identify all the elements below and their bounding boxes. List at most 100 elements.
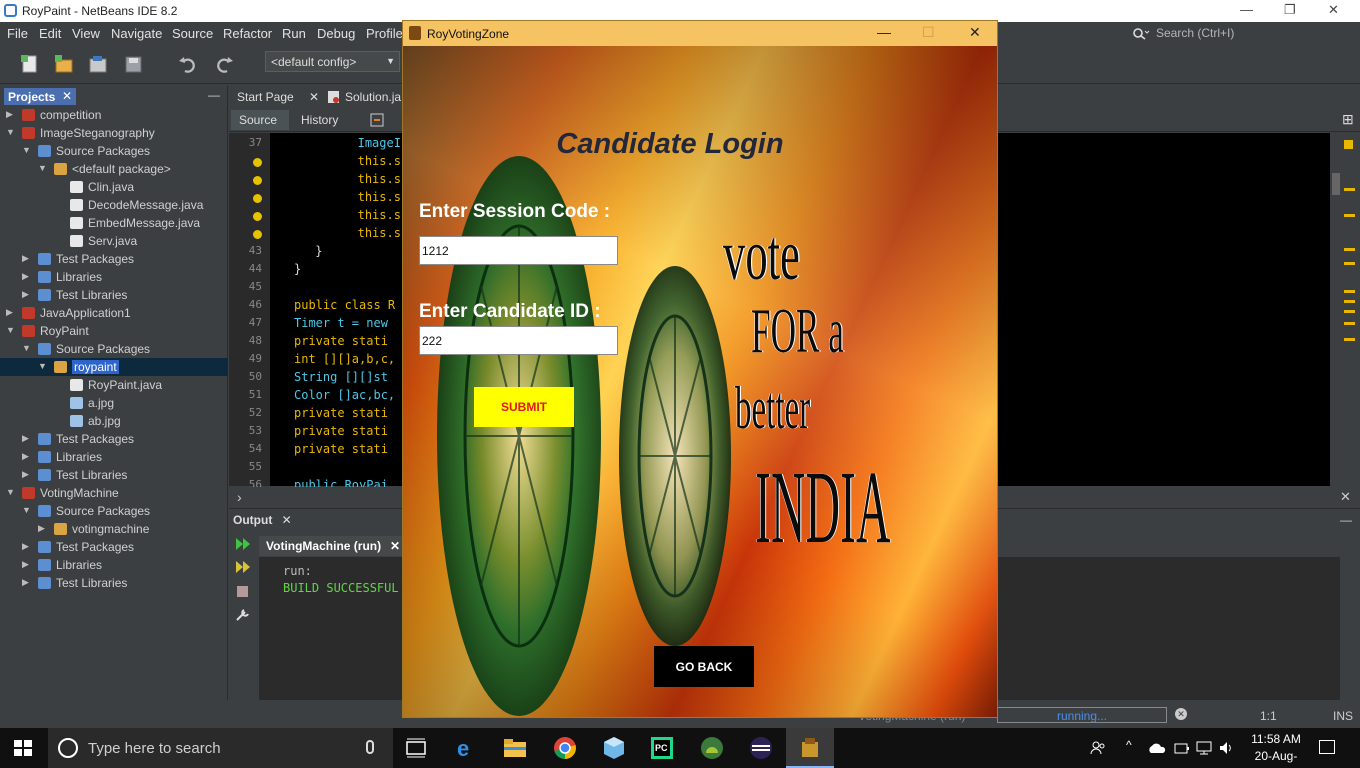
java-app-taskbar-button[interactable] <box>786 728 834 768</box>
tree-item[interactable]: ▶ competition <box>0 106 228 124</box>
tree-item[interactable]: ▶ Test Libraries <box>0 574 228 592</box>
taskbar-search-box[interactable]: Type here to search <box>48 728 393 768</box>
redo-icon[interactable] <box>214 54 234 74</box>
last-edit-icon[interactable] <box>369 112 385 128</box>
tab-votingmachine-run[interactable]: VotingMachine (run) ✕ <box>259 536 404 556</box>
pycharm-icon[interactable]: PC <box>650 736 674 760</box>
tree-item[interactable]: ▶ Test Libraries <box>0 286 228 304</box>
expand-right-icon[interactable]: ▶ <box>22 271 29 282</box>
warning-mark[interactable] <box>1344 214 1355 217</box>
tab-output[interactable]: Output ✕ <box>233 513 292 530</box>
edge-icon[interactable]: e <box>455 736 479 760</box>
hint-bulb-icon[interactable] <box>253 230 262 239</box>
tree-item[interactable]: RoyPaint.java <box>0 376 228 394</box>
close-icon[interactable]: ✕ <box>390 539 400 553</box>
warning-mark[interactable] <box>1344 290 1355 293</box>
close-icon[interactable]: ✕ <box>309 90 319 104</box>
tree-item[interactable]: a.jpg <box>0 394 228 412</box>
chevron-right-icon[interactable]: › <box>237 489 242 505</box>
tree-item[interactable]: ▶ Test Libraries <box>0 466 228 484</box>
tree-item[interactable]: EmbedMessage.java <box>0 214 228 232</box>
expand-right-icon[interactable]: ▶ <box>22 559 29 570</box>
tree-item[interactable]: ▶ Libraries <box>0 268 228 286</box>
expand-down-icon[interactable]: ▼ <box>6 487 15 497</box>
menu-refactor[interactable]: Refactor <box>223 26 272 41</box>
file-explorer-icon[interactable] <box>503 736 527 760</box>
eclipse-icon[interactable] <box>749 736 773 760</box>
expand-right-icon[interactable]: ▶ <box>22 577 29 588</box>
tree-item[interactable]: Clin.java <box>0 178 228 196</box>
save-all-icon[interactable] <box>124 54 144 74</box>
network-icon[interactable] <box>1196 740 1212 756</box>
chevron-up-icon[interactable]: ^ <box>1126 738 1132 752</box>
maximize-icon[interactable]: ☐ <box>922 24 935 41</box>
stop-icon[interactable] <box>237 586 248 597</box>
android-studio-icon[interactable] <box>700 736 724 760</box>
new-file-icon[interactable] <box>20 54 40 74</box>
volume-icon[interactable] <box>1218 740 1234 756</box>
system-clock[interactable]: 11:58 AM 20-Aug-18 <box>1249 731 1303 768</box>
expand-right-icon[interactable]: ▶ <box>38 523 45 534</box>
menu-profile[interactable]: Profile <box>366 26 403 41</box>
new-project-icon[interactable] <box>54 54 74 74</box>
rerun-icon[interactable] <box>235 537 251 551</box>
tree-item[interactable]: ▶ Libraries <box>0 448 228 466</box>
warning-mark[interactable] <box>1344 338 1355 341</box>
tree-item[interactable]: ▼ Source Packages <box>0 142 228 160</box>
editor-scrollbar-thumb[interactable] <box>1332 173 1340 195</box>
session-code-input[interactable] <box>419 236 618 265</box>
expand-right-icon[interactable]: ▶ <box>22 289 29 300</box>
menu-view[interactable]: View <box>72 26 100 41</box>
onedrive-icon[interactable] <box>1148 741 1166 755</box>
tab-solution-java[interactable]: Solution.ja <box>325 88 405 108</box>
menu-navigate[interactable]: Navigate <box>111 26 162 41</box>
tab-projects[interactable]: Projects ✕ <box>4 88 76 105</box>
restore-icon[interactable]: ❐ <box>1284 2 1296 18</box>
tree-item[interactable]: ▼ <default package> <box>0 160 228 178</box>
tree-item[interactable]: Serv.java <box>0 232 228 250</box>
expand-right-icon[interactable]: ▶ <box>22 541 29 552</box>
microphone-icon[interactable] <box>366 740 374 754</box>
minimize-panel-icon[interactable]: — <box>1340 513 1352 527</box>
warning-mark[interactable] <box>1344 310 1355 313</box>
tree-item[interactable]: ▼ RoyPaint <box>0 322 228 340</box>
close-icon[interactable]: ✕ <box>1328 2 1339 18</box>
tree-item[interactable]: DecodeMessage.java <box>0 196 228 214</box>
cancel-task-icon[interactable]: ✕ <box>1175 708 1187 720</box>
candidate-id-input[interactable] <box>419 326 618 355</box>
tree-item[interactable]: ▼ Source Packages <box>0 340 228 358</box>
expand-down-icon[interactable]: ▼ <box>38 361 47 371</box>
menu-debug[interactable]: Debug <box>317 26 355 41</box>
hint-bulb-icon[interactable] <box>253 194 262 203</box>
tab-history[interactable]: History <box>293 110 353 130</box>
minimize-icon[interactable]: — <box>877 24 891 40</box>
expand-down-icon[interactable]: ▼ <box>6 325 15 335</box>
hint-bulb-icon[interactable] <box>253 212 262 221</box>
hint-bulb-icon[interactable] <box>253 176 262 185</box>
tree-item[interactable]: ▼ Source Packages <box>0 502 228 520</box>
ide-search-field[interactable]: Search (Ctrl+I) <box>1128 25 1354 42</box>
expand-right-icon[interactable]: ▶ <box>22 451 29 462</box>
tab-source[interactable]: Source <box>231 110 289 130</box>
windows-start-icon[interactable] <box>14 740 32 756</box>
warning-mark[interactable] <box>1344 248 1355 251</box>
submit-button[interactable]: SUBMIT <box>474 387 574 427</box>
close-icon[interactable]: ✕ <box>1340 489 1351 505</box>
tree-item[interactable]: ▶ Libraries <box>0 556 228 574</box>
menu-file[interactable]: File <box>7 26 28 41</box>
open-project-icon[interactable] <box>88 54 108 74</box>
split-window-icon[interactable]: ⊞ <box>1342 111 1354 128</box>
expand-down-icon[interactable]: ▼ <box>22 505 31 515</box>
expand-down-icon[interactable]: ▼ <box>38 163 47 173</box>
expand-right-icon[interactable]: ▶ <box>6 109 13 120</box>
tree-item[interactable]: ▶ Test Packages <box>0 538 228 556</box>
expand-right-icon[interactable]: ▶ <box>22 469 29 480</box>
menu-edit[interactable]: Edit <box>39 26 61 41</box>
battery-icon[interactable] <box>1174 741 1190 755</box>
action-center-icon[interactable] <box>1319 740 1335 754</box>
expand-down-icon[interactable]: ▼ <box>22 145 31 155</box>
close-icon[interactable]: ✕ <box>282 513 292 527</box>
config-select[interactable]: <default config> ▼ <box>265 51 400 72</box>
virtualbox-icon[interactable] <box>602 736 626 760</box>
expand-right-icon[interactable]: ▶ <box>22 253 29 264</box>
